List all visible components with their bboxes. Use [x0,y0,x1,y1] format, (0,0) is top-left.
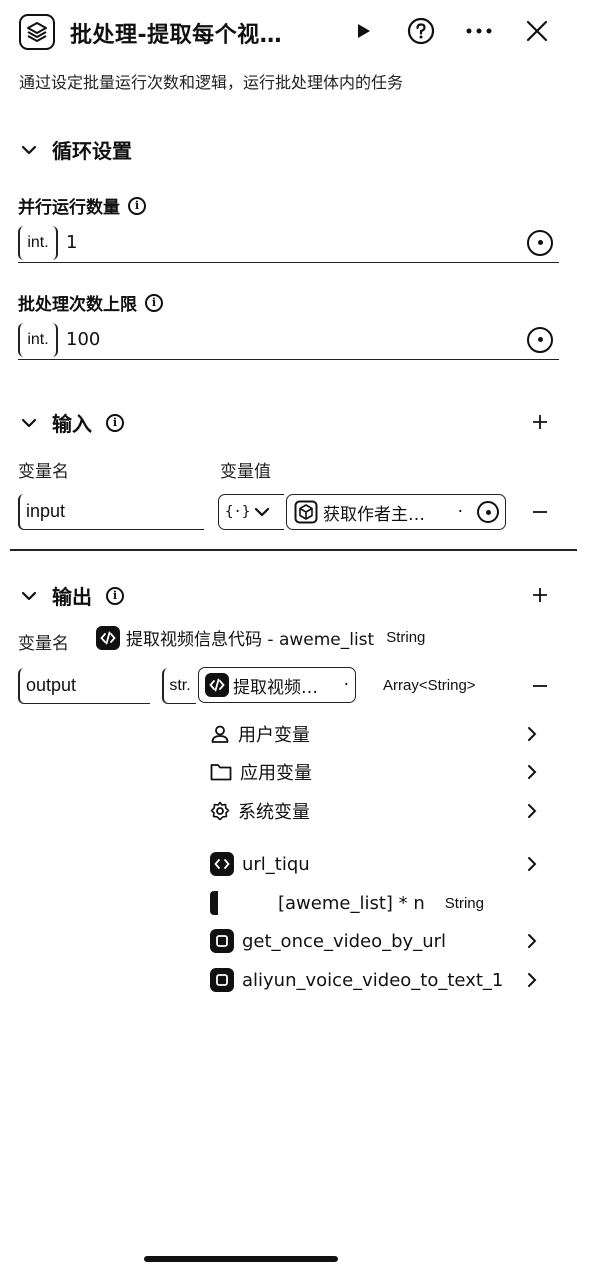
chevron-right-icon [524,764,540,780]
menu-system-variables[interactable]: 系统变量 [210,792,540,830]
menu-node-label: aliyun_voice_video_to_text_1 [242,969,504,991]
loop-section-title: 循环设置 [52,139,132,163]
output-var-name-field[interactable]: output [18,668,150,704]
chevron-right-icon [524,972,540,988]
close-button[interactable] [520,14,554,48]
input-var-name-field[interactable]: input [18,494,204,530]
parallel-label-row: 并行运行数量 i [18,193,146,218]
output-hint: 提取视频信息代码 - aweme_list String [96,625,425,650]
info-icon[interactable]: i [128,196,146,215]
output-col-name: 变量名 [18,634,69,654]
add-output-button[interactable] [526,581,554,609]
output-section-toggle[interactable]: 输出 i [20,581,124,610]
chevron-down-icon [20,587,38,605]
layers-icon [27,22,47,42]
batch-limit-label-row: 批处理次数上限 i [18,290,163,315]
batch-node-icon [19,14,55,50]
menu-node-label: get_once_video_by_url [242,930,447,952]
info-icon[interactable]: i [145,293,163,312]
user-icon [211,725,229,743]
menu-node-get-once-video[interactable]: get_once_video_by_url [210,922,540,960]
chevron-right-icon [524,726,540,742]
plus-icon [533,415,547,429]
stepper-icon[interactable] [527,326,553,353]
input-type-select[interactable]: {·} [218,494,284,530]
menu-node-url-tiqu[interactable]: url_tiqu [210,845,540,883]
gear-icon [210,801,230,821]
batch-limit-value[interactable]: 100 [66,329,527,350]
output-ref-label: 提取视频… [233,677,318,698]
menu-app-variables[interactable]: 应用变量 [210,753,540,791]
output-hint-ref: 提取视频信息代码 - aweme_list [126,630,375,650]
input-type-glyph: {·} [225,504,251,520]
parallel-count-value[interactable]: 1 [66,232,527,253]
remove-output-button[interactable] [526,672,554,700]
chevron-down-icon [255,507,270,517]
plus-icon [533,588,547,602]
node-description: 通过设定批量运行次数和逻辑，运行批处理体内的任务 [19,73,404,92]
play-icon [358,24,370,38]
input-section-toggle[interactable]: 输入 i [20,408,124,437]
home-indicator[interactable] [144,1256,338,1262]
output-hint-type: String [386,629,426,646]
minus-icon [533,511,547,513]
code-node-icon [96,625,120,650]
run-button[interactable] [346,14,380,48]
menu-node-label: [aweme_list] * n [278,892,425,914]
more-icon [466,28,492,34]
input-ref-label: 获取作者主… [323,504,425,525]
output-ref-dot: · [343,675,349,695]
section-divider [10,549,577,551]
loop-section-toggle[interactable]: 循环设置 [20,135,132,164]
menu-node-type: String [444,894,484,912]
info-icon[interactable]: i [106,586,124,605]
code-node-icon [210,891,218,915]
parallel-count-input[interactable]: int. 1 [18,223,559,263]
code-node-icon [210,852,234,876]
help-icon [407,17,435,45]
menu-system-variables-label: 系统变量 [238,802,310,823]
batch-limit-label: 批处理次数上限 [18,295,137,315]
menu-user-variables-label: 用户变量 [238,725,310,746]
output-section-title: 输出 [52,585,92,609]
input-section-title: 输入 [52,412,92,436]
output-type-tag[interactable]: str. [162,668,196,704]
chevron-right-icon [524,933,540,949]
menu-node-aliyun-voice[interactable]: aliyun_voice_video_to_text_1 [210,961,540,999]
output-ref-selector[interactable]: 提取视频… · [198,667,356,703]
chevron-down-icon [20,141,38,159]
info-icon[interactable]: i [106,413,124,432]
minus-icon [533,685,547,687]
menu-node-aweme-list[interactable]: [aweme_list] * n String [210,884,540,922]
remove-input-button[interactable] [526,498,554,526]
input-col-name: 变量名 [18,462,69,482]
node-title[interactable]: 批处理-提取每个视… [70,17,282,49]
close-icon [526,20,548,42]
target-icon[interactable] [477,501,499,523]
menu-node-label: url_tiqu [242,853,310,875]
chevron-down-icon [20,414,38,432]
code-node-icon [205,673,229,697]
help-button[interactable] [404,14,438,48]
batch-limit-input[interactable]: int. 100 [18,320,559,360]
parallel-label: 并行运行数量 [18,198,120,218]
input-ref-dot: · [457,502,463,522]
menu-user-variables[interactable]: 用户变量 [210,715,540,753]
plugin-node-icon [210,968,234,992]
add-input-button[interactable] [526,408,554,436]
chevron-right-icon [524,856,540,872]
input-ref-selector[interactable]: 获取作者主… · [286,494,506,530]
cube-icon [293,499,319,525]
type-tag: int. [18,322,58,357]
output-result-type: Array<String> [383,677,476,694]
plugin-node-icon [210,929,234,953]
input-col-value: 变量值 [220,462,271,482]
folder-icon [210,764,232,781]
type-tag: int. [18,225,58,260]
stepper-icon[interactable] [527,229,553,256]
menu-app-variables-label: 应用变量 [240,763,312,784]
chevron-right-icon [524,803,540,819]
more-button[interactable] [462,14,496,48]
